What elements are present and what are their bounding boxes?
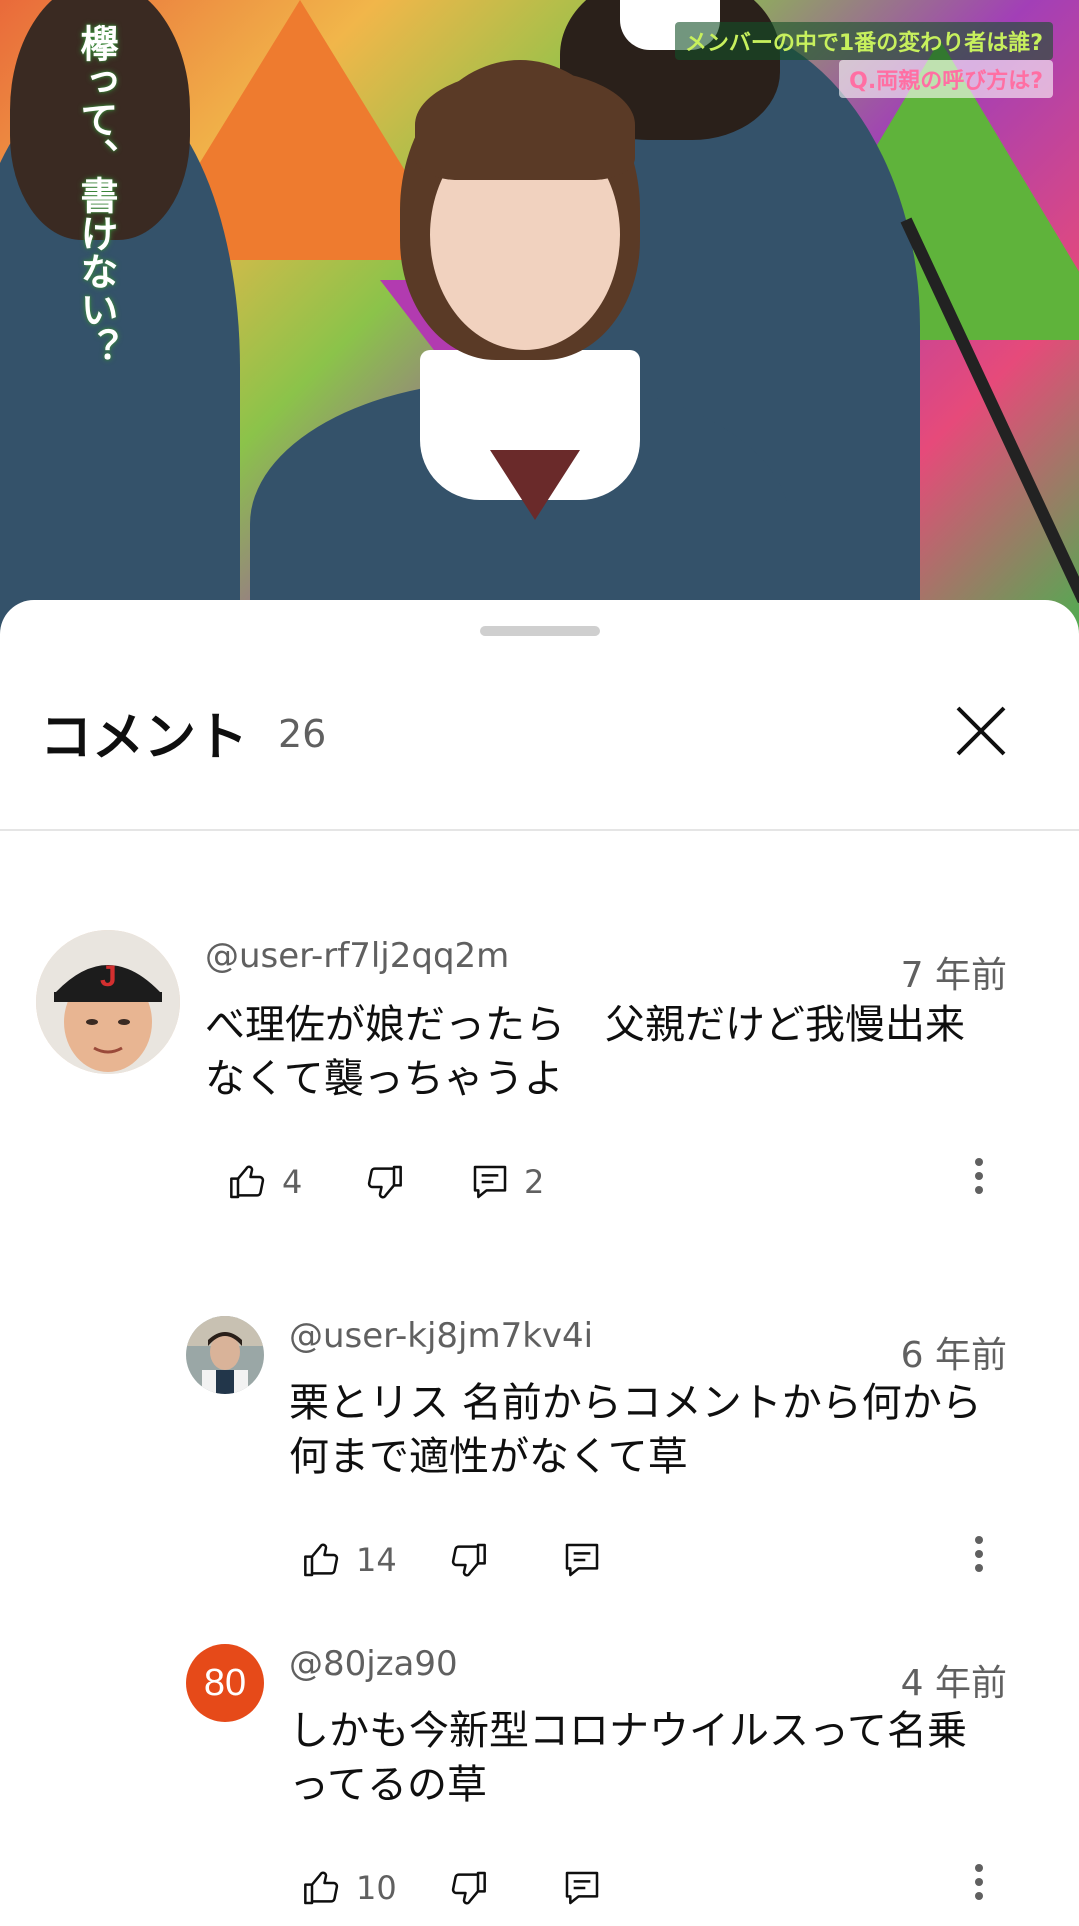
thumbs-up-icon (304, 1543, 339, 1577)
like-count: 14 (356, 1541, 397, 1579)
svg-text:J: J (100, 960, 117, 993)
avatar-photo: J (36, 930, 180, 1074)
dislike-button[interactable] (364, 1152, 404, 1212)
thumbs-down-icon (451, 1543, 486, 1577)
ribbon-center (490, 450, 580, 520)
divider (0, 829, 1079, 831)
comment-author[interactable]: @80jza90 (289, 1644, 458, 1684)
video-caption: メンバーの中で1番の変わり者は誰? (674, 22, 1053, 60)
comment-text-line: 栗とリス 名前からコメントから何から (289, 1380, 982, 1426)
comment-text-line: なくて襲っちゃうよ (205, 1056, 564, 1102)
thumbs-down-icon (367, 1165, 402, 1199)
more-vert-icon (959, 1536, 999, 1572)
avatar-photo (186, 1316, 264, 1394)
close-button[interactable] (950, 700, 1012, 762)
comments-title: コメント (40, 708, 249, 768)
reply-icon (473, 1165, 507, 1199)
more-options-button[interactable] (959, 1152, 999, 1212)
avatar[interactable] (186, 1316, 264, 1394)
thumbs-up-icon (304, 1871, 339, 1905)
like-count: 10 (356, 1869, 397, 1907)
more-vert-icon (959, 1158, 999, 1194)
show-logo: 欅って、書けない？ (74, 24, 118, 366)
avatar-initials: 80 (203, 1661, 247, 1704)
thumbs-down-icon (451, 1871, 486, 1905)
reply-button[interactable]: 2 (470, 1152, 544, 1212)
video-question-caption: Q.両親の呼び方は? (839, 60, 1053, 98)
comment-age: 7 年前 (900, 955, 1007, 996)
comment-text-line: ってるの草 (289, 1762, 487, 1808)
reply-icon (565, 1871, 599, 1905)
more-options-button[interactable] (959, 1530, 999, 1590)
bangs-center (415, 70, 635, 180)
comments-count: 26 (278, 712, 327, 756)
comment-text: べ理佐が娘だったら 父親だけど我慢出来 なくて襲っちゃうよ (205, 998, 965, 1106)
like-button[interactable]: 10 (302, 1858, 397, 1918)
comments-sheet: コメント 26 J @user-rf7lj2qq2m 7 年前 べ理佐が娘だった… (0, 600, 1079, 1926)
comment-text: 栗とリス 名前からコメントから何から 何まで適性がなくて草 (289, 1376, 1049, 1484)
dislike-button[interactable] (448, 1530, 488, 1590)
comment-text: しかも今新型コロナウイルスって名乗 ってるの草 (289, 1704, 1049, 1812)
drag-handle[interactable] (480, 626, 600, 636)
reply-button[interactable] (562, 1530, 602, 1590)
avatar[interactable]: J (36, 930, 180, 1074)
like-button[interactable]: 14 (302, 1530, 397, 1590)
like-button[interactable]: 4 (228, 1152, 302, 1212)
reply-count: 2 (524, 1163, 545, 1201)
like-count: 4 (282, 1163, 303, 1201)
comment-text-line: べ理佐が娘だったら 父親だけど我慢出来 (205, 1002, 965, 1048)
dislike-button[interactable] (448, 1858, 488, 1918)
comment-author[interactable]: @user-kj8jm7kv4i (289, 1316, 593, 1356)
close-icon (956, 706, 1006, 756)
reply-button[interactable] (562, 1858, 602, 1918)
reply-icon (565, 1543, 599, 1577)
video-player[interactable]: 欅って、書けない？ メンバーの中で1番の変わり者は誰? Q.両親の呼び方は? (0, 0, 1079, 640)
comment-age: 6 年前 (900, 1335, 1007, 1376)
more-options-button[interactable] (959, 1858, 999, 1918)
comment-age: 4 年前 (900, 1663, 1007, 1704)
comment-author[interactable]: @user-rf7lj2qq2m (205, 936, 509, 976)
avatar[interactable]: 80 (186, 1644, 264, 1722)
comment-text-line: しかも今新型コロナウイルスって名乗 (289, 1708, 967, 1754)
thumbs-up-icon (230, 1165, 265, 1199)
comment-text-line: 何まで適性がなくて草 (289, 1434, 688, 1480)
more-vert-icon (959, 1864, 999, 1900)
